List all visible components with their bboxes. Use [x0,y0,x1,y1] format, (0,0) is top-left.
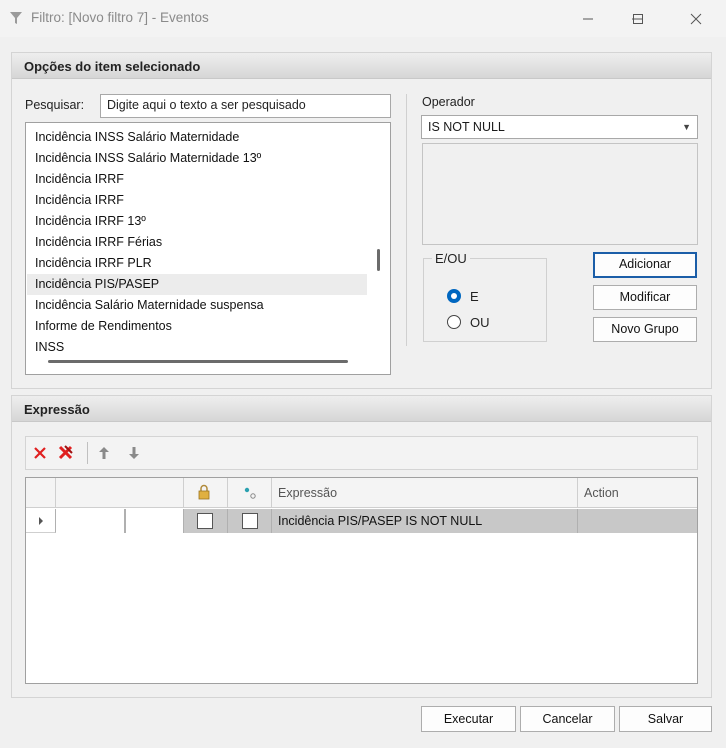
eou-group-title: E/OU [432,251,470,266]
field-list[interactable]: Incidência INSS Salário Maternidade Inci… [25,122,391,375]
list-vertical-scrollbar[interactable] [377,249,380,271]
options-panel-title: Opções do item selecionado [12,53,711,79]
search-label: Pesquisar: [25,98,85,112]
close-icon [690,13,702,24]
radio-ou-label: OU [470,315,490,330]
list-item[interactable]: INSS [27,337,367,353]
row-cell-action[interactable] [578,509,697,533]
move-up-icon[interactable] [94,443,114,463]
row-cell-lock[interactable] [184,509,228,533]
move-down-icon[interactable] [124,443,144,463]
close-button[interactable] [673,0,719,37]
maximize-icon [633,13,643,24]
search-input[interactable]: Digite aqui o texto a ser pesquisado [100,94,391,118]
grid-header-link[interactable] [228,478,272,508]
list-item[interactable]: Informe de Rendimentos [27,316,367,337]
grid-header-blank[interactable] [56,478,184,508]
row-cell-blank-2[interactable] [125,509,184,533]
row-cell-blank-1[interactable] [56,509,125,533]
grid-header-action[interactable]: Action [578,478,697,508]
minimize-icon [583,18,593,19]
radio-e[interactable] [447,289,461,303]
expression-grid: Expressão Action Incidência PIS/PASEP IS… [25,477,698,684]
lock-checkbox[interactable] [197,513,213,529]
list-item[interactable]: Incidência IRRF 13º [27,211,367,232]
list-item[interactable]: Incidência IRRF [27,169,367,190]
radio-e-label: E [470,289,479,304]
link-icon [244,487,256,499]
link-checkbox[interactable] [242,513,258,529]
new-group-button[interactable]: Novo Grupo [593,317,697,342]
list-horizontal-scrollbar[interactable] [48,360,348,363]
expression-toolbar [25,436,698,470]
list-item[interactable]: Incidência INSS Salário Maternidade 13º [27,148,367,169]
filter-icon [9,11,23,28]
minimize-button[interactable] [565,0,611,37]
add-button[interactable]: Adicionar [593,252,697,278]
row-cell-link[interactable] [228,509,272,533]
cancel-button[interactable]: Cancelar [520,706,615,732]
radio-ou[interactable] [447,315,461,329]
list-item[interactable]: Incidência INSS Salário Maternidade [27,127,367,148]
grid-header-expression[interactable]: Expressão [272,478,578,508]
operator-value: IS NOT NULL [428,120,505,134]
list-item[interactable]: Incidência IRRF PLR [27,253,367,274]
list-item[interactable]: Incidência IRRF Férias [27,232,367,253]
grid-header-indicator [26,478,56,508]
grid-header-lock[interactable] [184,478,228,508]
window-title: Filtro: [Novo filtro 7] - Eventos [31,10,209,25]
operator-dropdown[interactable]: IS NOT NULL ▼ [421,115,698,139]
delete-all-icon[interactable] [56,443,76,463]
modify-button[interactable]: Modificar [593,285,697,310]
list-item[interactable]: Incidência Salário Maternidade suspensa [27,295,367,316]
list-item[interactable]: Incidência IRRF [27,190,367,211]
toolbar-separator [87,442,88,464]
divider [406,94,407,346]
chevron-down-icon: ▼ [682,122,691,132]
execute-button[interactable]: Executar [421,706,516,732]
eou-group: E/OU E OU [423,251,547,342]
save-button[interactable]: Salvar [619,706,712,732]
row-pointer-icon [39,517,43,525]
operator-label: Operador [422,95,475,109]
lock-icon [198,484,210,500]
expression-panel-title: Expressão [12,396,711,422]
list-item-selected[interactable]: Incidência PIS/PASEP [27,274,367,295]
table-row[interactable]: Incidência PIS/PASEP IS NOT NULL [26,509,697,533]
row-indicator [26,509,56,533]
maximize-button[interactable] [615,0,661,37]
delete-icon[interactable] [30,443,50,463]
row-cell-expression[interactable]: Incidência PIS/PASEP IS NOT NULL [272,509,578,533]
operator-value-box[interactable] [422,143,698,245]
